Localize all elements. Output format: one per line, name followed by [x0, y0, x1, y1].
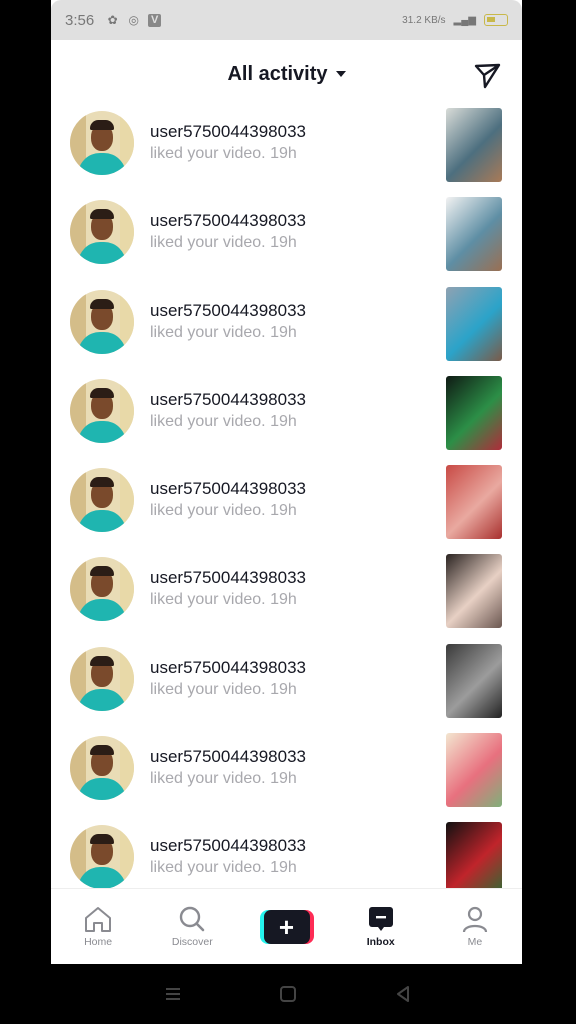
page-title: All activity [227, 62, 328, 85]
tab-discover-label: Discover [171, 936, 213, 948]
username[interactable]: user5750044398033 [150, 747, 306, 767]
activity-action: liked your video. [150, 591, 266, 609]
tab-me-label: Me [467, 936, 483, 948]
username[interactable]: user5750044398033 [150, 479, 306, 499]
tab-me[interactable]: Me [428, 889, 522, 964]
activity-action: liked your video. [150, 323, 266, 341]
activity-action: liked your video. [150, 234, 266, 252]
notification-row[interactable]: user5750044398033 liked your video. 19h [51, 465, 522, 554]
avatar[interactable] [70, 646, 134, 711]
vlc-icon: V [148, 13, 162, 27]
status-time: 3:56 [65, 11, 95, 29]
bottom-tab-bar: Home Discover + Inbox Me [51, 888, 522, 964]
activity-time: 19h [270, 859, 297, 877]
username[interactable]: user5750044398033 [150, 390, 306, 410]
notification-list: user5750044398033 liked your video. 19h us… [51, 108, 522, 888]
activity-time: 19h [270, 680, 297, 698]
avatar[interactable] [70, 825, 134, 888]
android-nav-bar [0, 964, 576, 1024]
video-thumbnail[interactable] [446, 822, 502, 888]
activity-action: liked your video. [150, 502, 266, 520]
tab-home[interactable]: Home [51, 889, 145, 964]
activity-time: 19h [270, 591, 297, 609]
caret-down-icon [335, 71, 346, 77]
activity-time: 19h [270, 145, 297, 162]
create-video-button[interactable]: + [239, 889, 333, 964]
video-thumbnail[interactable] [446, 554, 502, 629]
header: All activity [51, 40, 522, 108]
notification-row[interactable]: user5750044398033 liked your video. 19h [51, 108, 522, 197]
activity-action: liked your video. [150, 859, 266, 877]
inbox-icon [368, 907, 393, 931]
signal-icon: ▂▄▆ [453, 14, 476, 26]
notification-row[interactable]: user5750044398033 liked your video. 19h [51, 197, 522, 286]
tab-home-label: Home [84, 936, 113, 948]
activity-action: liked your video. [150, 145, 266, 162]
notification-row[interactable]: user5750044398033 liked your video. 19h [51, 375, 522, 465]
plus-icon: + [259, 909, 314, 944]
battery-icon [484, 14, 508, 26]
username[interactable]: user5750044398033 [150, 122, 306, 142]
username[interactable]: user5750044398033 [150, 836, 306, 856]
activity-time: 19h [270, 234, 297, 252]
avatar[interactable] [70, 111, 134, 175]
username[interactable]: user5750044398033 [150, 658, 306, 678]
video-thumbnail[interactable] [446, 643, 502, 718]
activity-text: liked your video. 19h [150, 234, 297, 252]
activity-text: liked your video. 19h [150, 502, 297, 520]
video-thumbnail[interactable] [446, 286, 502, 361]
avatar[interactable] [70, 289, 134, 354]
video-thumbnail[interactable] [446, 197, 502, 272]
video-thumbnail[interactable] [446, 733, 502, 808]
notification-row[interactable]: user5750044398033 liked your video. 19h [51, 733, 522, 822]
avatar[interactable] [70, 736, 134, 801]
video-thumbnail[interactable] [446, 465, 502, 540]
status-bar: 3:56 ✿ ◎ V 31.2 KB/s ▂▄▆ [51, 0, 522, 40]
avatar[interactable] [70, 200, 134, 265]
tab-inbox[interactable]: Inbox [334, 889, 428, 964]
notification-row[interactable]: user5750044398033 liked your video. 19h [51, 286, 522, 376]
direct-message-icon[interactable] [472, 60, 502, 90]
back-icon[interactable] [393, 984, 413, 1004]
avatar[interactable] [70, 468, 134, 533]
status-right: 31.2 KB/s ▂▄▆ [402, 14, 508, 26]
video-thumbnail[interactable] [446, 375, 502, 450]
activity-action: liked your video. [150, 412, 266, 430]
tab-inbox-label: Inbox [366, 936, 395, 948]
activity-time: 19h [270, 323, 297, 341]
activity-text: liked your video. 19h [150, 324, 297, 342]
activity-text: liked your video. 19h [150, 681, 297, 699]
notification-row[interactable]: user5750044398033 liked your video. 19h [51, 822, 522, 888]
activity-filter-dropdown[interactable]: All activity [227, 62, 346, 86]
app-screen: 3:56 ✿ ◎ V 31.2 KB/s ▂▄▆ All activity us… [51, 0, 522, 964]
sync-icon: ◎ [128, 12, 139, 27]
search-icon [180, 906, 205, 932]
activity-action: liked your video. [150, 770, 266, 788]
home-nav-icon[interactable] [278, 984, 298, 1004]
username[interactable]: user5750044398033 [150, 568, 306, 588]
activity-text: liked your video. 19h [150, 145, 297, 163]
home-icon [85, 907, 112, 932]
avatar[interactable] [70, 557, 134, 622]
activity-time: 19h [270, 502, 297, 520]
username[interactable]: user5750044398033 [150, 301, 306, 321]
network-speed: 31.2 KB/s [402, 14, 446, 26]
video-thumbnail[interactable] [446, 108, 502, 182]
username[interactable]: user5750044398033 [150, 211, 306, 231]
activity-action: liked your video. [150, 680, 266, 698]
tab-discover[interactable]: Discover [145, 889, 239, 964]
activity-time: 19h [270, 770, 297, 788]
settings-icon: ✿ [107, 12, 118, 27]
activity-text: liked your video. 19h [150, 591, 297, 609]
activity-text: liked your video. 19h [150, 770, 297, 788]
activity-text: liked your video. 19h [150, 413, 297, 431]
activity-text: liked your video. 19h [150, 859, 297, 877]
recent-apps-icon[interactable] [163, 984, 183, 1004]
activity-time: 19h [270, 412, 297, 430]
profile-icon [462, 906, 488, 933]
avatar[interactable] [70, 378, 134, 443]
notification-row[interactable]: user5750044398033 liked your video. 19h [51, 643, 522, 733]
notification-row[interactable]: user5750044398033 liked your video. 19h [51, 554, 522, 643]
